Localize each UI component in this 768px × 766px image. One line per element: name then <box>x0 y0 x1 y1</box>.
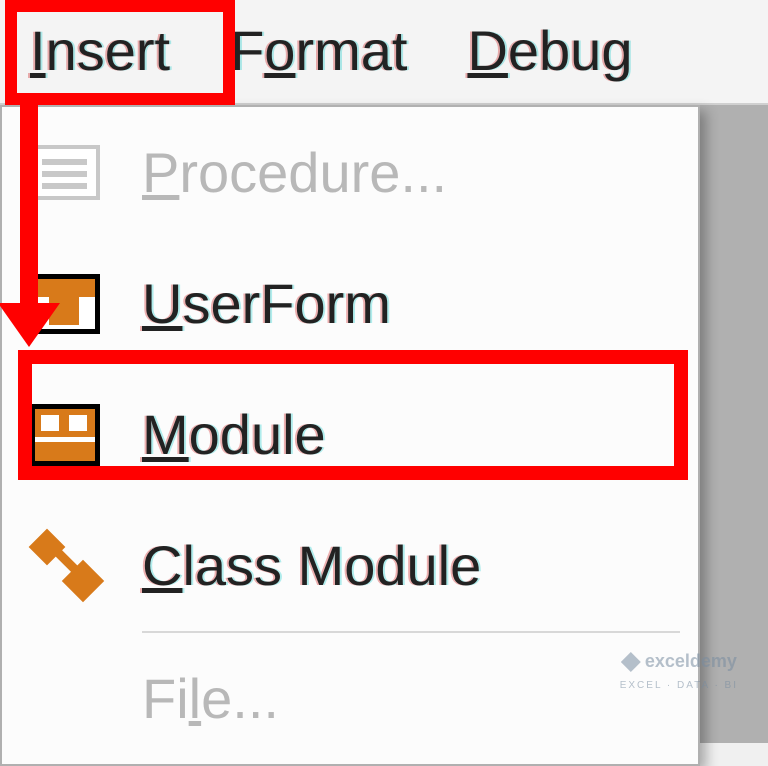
watermark-text: exceldemy <box>645 651 737 671</box>
menu-insert-rest: nsert <box>46 19 171 82</box>
file-icon-empty <box>20 661 110 736</box>
module-icon <box>20 397 110 472</box>
menu-debug-rest: ebug <box>508 19 633 82</box>
classmodule-icon <box>20 528 110 603</box>
watermark: exceldemy EXCEL · DATA · BI <box>620 651 738 693</box>
dropdown-module[interactable]: Module <box>2 369 698 500</box>
watermark-logo-icon <box>621 652 641 672</box>
procedure-icon <box>20 135 110 210</box>
dropdown-classmodule[interactable]: Class Module <box>2 500 698 631</box>
menu-format[interactable]: Format <box>200 0 437 103</box>
menu-insert[interactable]: Insert <box>0 0 200 103</box>
insert-dropdown: Procedure... UserForm Module Class Modul… <box>0 105 700 766</box>
userform-icon <box>20 266 110 341</box>
background-panel <box>700 105 768 743</box>
menu-debug[interactable]: Debug <box>437 0 662 103</box>
menubar: Insert Format Debug <box>0 0 768 105</box>
dropdown-file: File... <box>2 633 698 764</box>
menu-format-rest: rmat <box>295 19 407 82</box>
dropdown-procedure: Procedure... <box>2 107 698 238</box>
watermark-sub: EXCEL · DATA · BI <box>620 680 738 691</box>
dropdown-userform[interactable]: UserForm <box>2 238 698 369</box>
